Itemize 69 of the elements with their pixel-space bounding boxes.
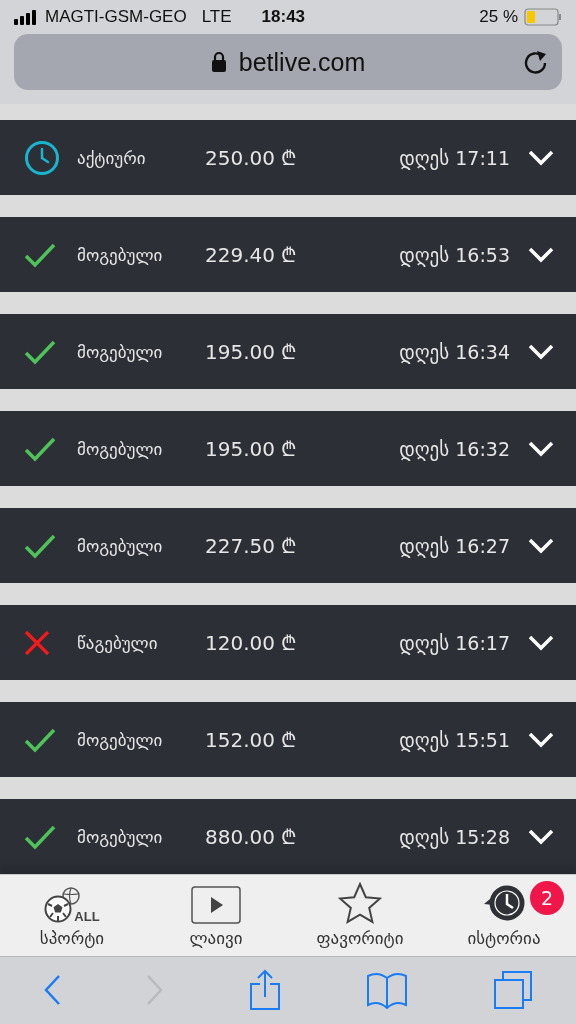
bet-amount: 120.00 ₾: [205, 630, 297, 656]
bet-status: მოგებული: [77, 535, 164, 556]
bet-row[interactable]: წაგებული 120.00 ₾ დღეს 16:17: [0, 605, 576, 680]
bet-time: დღეს 17:11: [399, 146, 510, 169]
star-icon: [338, 881, 382, 924]
bet-time: დღეს 16:53: [399, 243, 510, 266]
play-icon: [191, 885, 241, 924]
checkmark-icon: [24, 338, 56, 365]
checkmark-icon: [24, 435, 56, 462]
chevron-down-icon[interactable]: [528, 246, 554, 263]
chevron-down-icon[interactable]: [528, 731, 554, 748]
bet-time: დღეს 15:28: [399, 825, 510, 848]
clock-icon: [24, 139, 60, 176]
bet-time: დღეს 15:51: [399, 728, 510, 751]
chevron-down-icon[interactable]: [528, 828, 554, 845]
bet-row[interactable]: აქტიური 250.00 ₾ დღეს 17:11: [0, 120, 576, 195]
bet-amount: 152.00 ₾: [205, 727, 297, 753]
chevron-down-icon[interactable]: [528, 149, 554, 166]
bet-row[interactable]: მოგებული 152.00 ₾ დღეს 15:51: [0, 702, 576, 777]
reload-icon[interactable]: [524, 49, 548, 75]
bet-status: აქტიური: [77, 147, 147, 168]
bet-status: მოგებული: [77, 826, 164, 847]
notification-badge: 2: [530, 881, 564, 915]
book-icon[interactable]: [366, 970, 409, 1011]
chevron-down-icon[interactable]: [528, 537, 554, 554]
url-text: betlive.com: [238, 47, 366, 77]
back-icon[interactable]: [42, 974, 61, 1007]
bet-amount: 229.40 ₾: [205, 242, 297, 268]
bet-row[interactable]: მოგებული 229.40 ₾ დღეს 16:53: [0, 217, 576, 292]
bet-row[interactable]: მოგებული 195.00 ₾ დღეს 16:34: [0, 314, 576, 389]
bet-time: დღეს 16:27: [399, 534, 510, 557]
checkmark-icon: [24, 532, 56, 559]
chevron-down-icon[interactable]: [528, 440, 554, 457]
bet-amount: 195.00 ₾: [205, 339, 297, 365]
bet-amount: 880.00 ₾: [205, 824, 297, 850]
checkmark-icon: [24, 241, 56, 268]
checkmark-icon: [24, 726, 56, 753]
battery-icon: [524, 8, 562, 26]
bet-time: დღეს 16:32: [399, 437, 510, 460]
battery-percent: 25 %: [479, 7, 518, 27]
share-icon[interactable]: [248, 969, 281, 1012]
bet-amount: 227.50 ₾: [205, 533, 297, 559]
nav-tab[interactable]: ALL სპორტი: [0, 875, 144, 956]
bet-time: დღეს 16:34: [399, 340, 510, 363]
clock-time: 18:43: [261, 7, 306, 27]
cross-icon: [24, 629, 50, 656]
bet-row[interactable]: მოგებული 227.50 ₾ დღეს 16:27: [0, 508, 576, 583]
all-label: ALL: [74, 908, 100, 924]
network-type: LTE: [201, 7, 232, 27]
lock-icon: [210, 51, 227, 73]
bet-amount: 195.00 ₾: [205, 436, 297, 462]
chevron-down-icon[interactable]: [528, 343, 554, 360]
bet-status: მოგებული: [77, 341, 164, 362]
bet-status: წაგებული: [77, 632, 159, 653]
address-bar[interactable]: betlive.com: [14, 34, 562, 90]
nav-tab[interactable]: ლაივი: [144, 875, 288, 956]
bet-row[interactable]: მოგებული 880.00 ₾ დღეს 15:28: [0, 799, 576, 874]
bet-status: მოგებული: [77, 244, 164, 265]
checkmark-icon: [24, 823, 56, 850]
bet-status: მოგებული: [77, 729, 164, 750]
chevron-down-icon[interactable]: [528, 634, 554, 651]
bet-row[interactable]: მოგებული 195.00 ₾ დღეს 16:32: [0, 411, 576, 486]
bet-amount: 250.00 ₾: [205, 145, 297, 171]
carrier-name: MAGTI-GSM-GEO: [45, 7, 187, 27]
bet-time: დღეს 16:17: [399, 631, 510, 654]
nav-tab[interactable]: ფავორიტი: [288, 875, 432, 956]
tabs-icon[interactable]: [493, 970, 534, 1011]
bet-status: მოგებული: [77, 438, 164, 459]
nav-tab[interactable]: ისტორია 2: [432, 875, 576, 956]
